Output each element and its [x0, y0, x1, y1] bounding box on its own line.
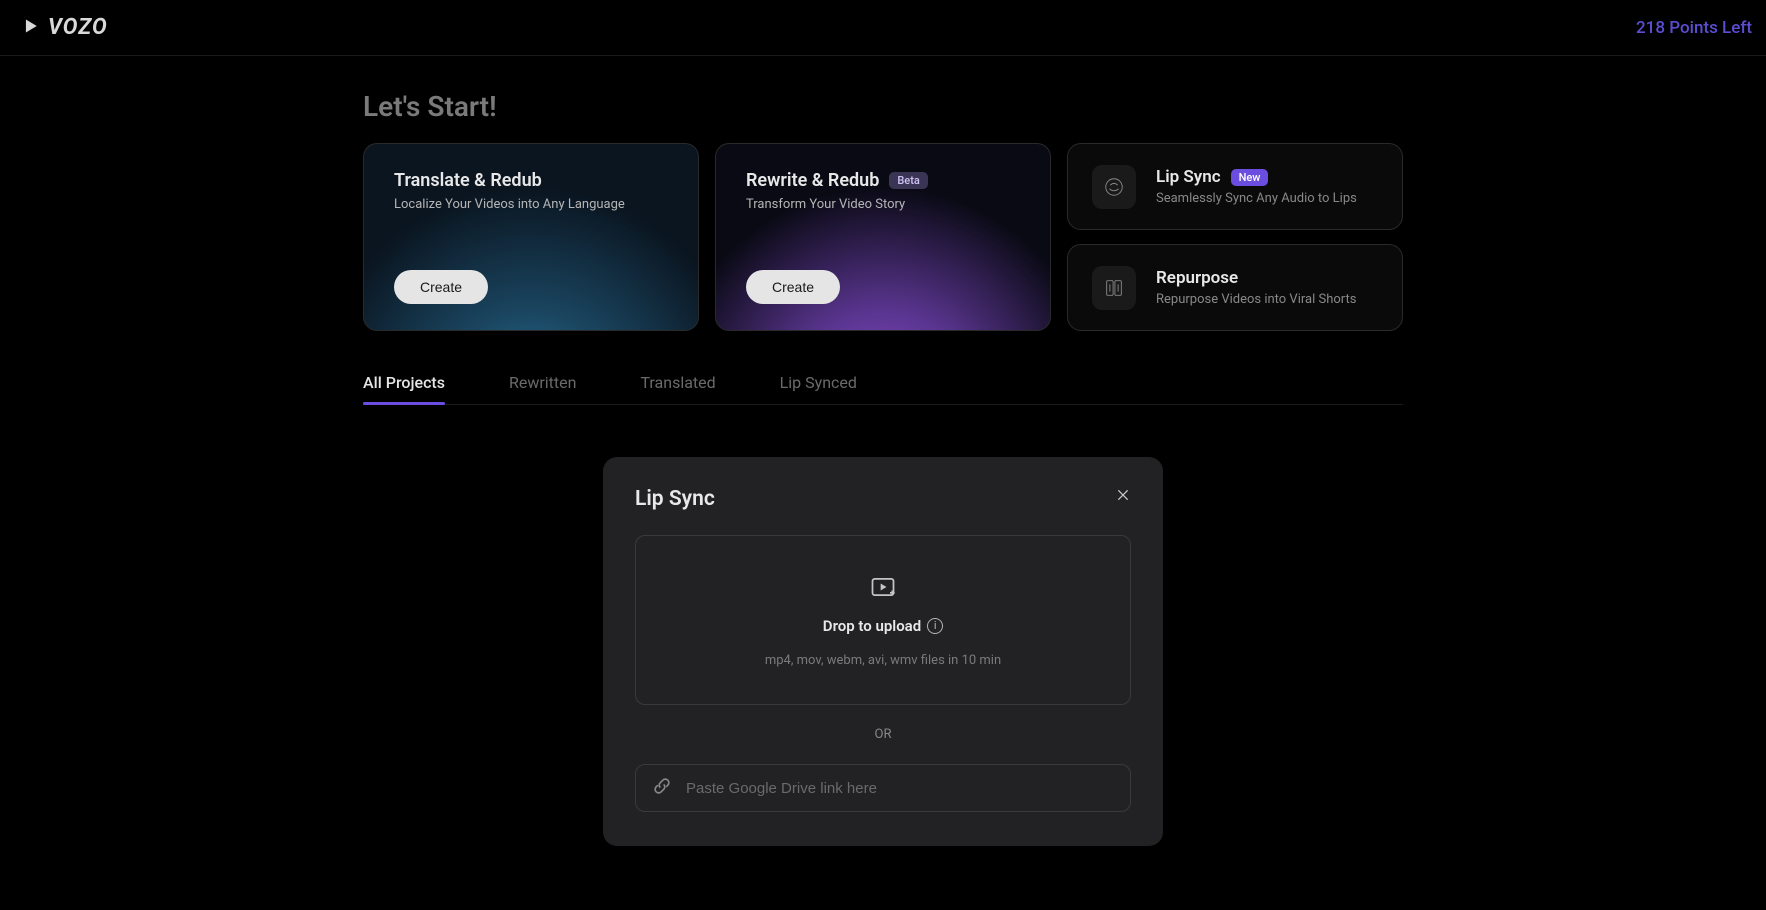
video-upload-icon: [869, 573, 897, 605]
or-divider: OR: [635, 727, 1131, 742]
modal-title: Lip Sync: [635, 487, 1131, 511]
supported-formats-label: mp4, mov, webm, avi, wmv files in 10 min: [765, 653, 1001, 668]
link-icon: [652, 776, 672, 800]
upload-dropzone[interactable]: Drop to upload i mp4, mov, webm, avi, wm…: [635, 535, 1131, 705]
info-icon[interactable]: i: [927, 618, 943, 634]
close-button[interactable]: [1111, 485, 1135, 509]
drop-to-upload-label: Drop to upload: [823, 617, 921, 635]
modal-overlay: Lip Sync Drop to upload i mp4, mov, webm…: [0, 0, 1766, 910]
lip-sync-modal: Lip Sync Drop to upload i mp4, mov, webm…: [603, 457, 1163, 846]
close-icon: [1115, 487, 1131, 507]
link-input-container[interactable]: [635, 764, 1131, 812]
google-drive-link-input[interactable]: [686, 780, 1114, 797]
